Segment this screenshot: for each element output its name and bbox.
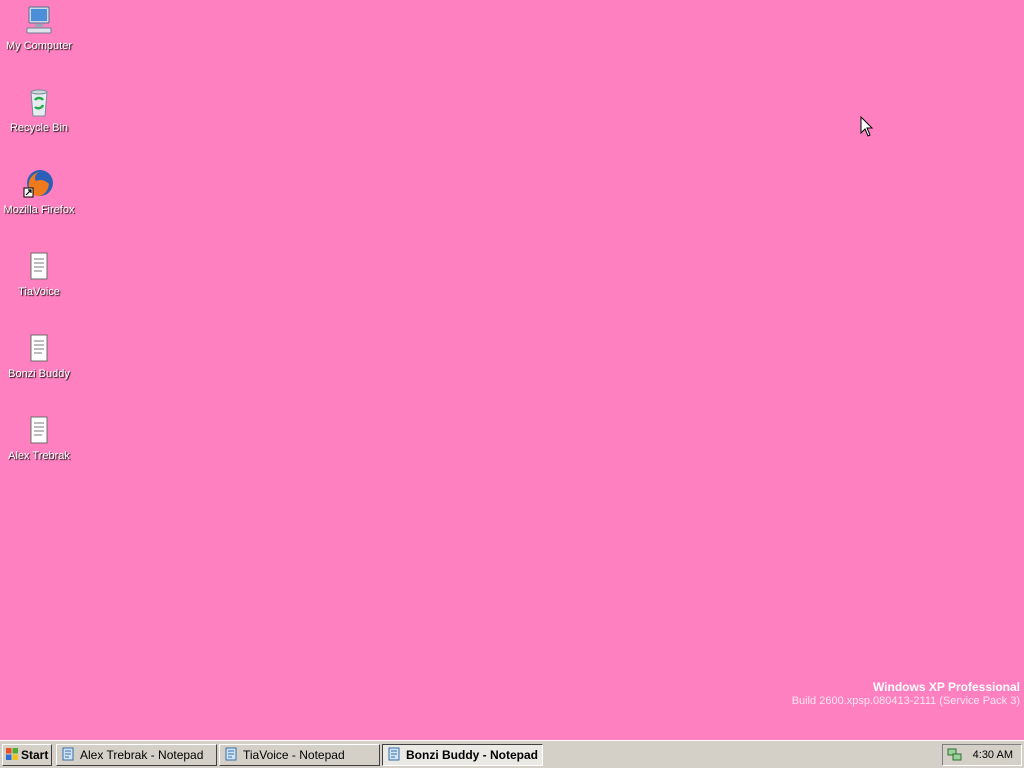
watermark-build: Build 2600.xpsp.080413-2111 (Service Pac… xyxy=(791,695,1020,707)
start-button[interactable]: Start xyxy=(2,744,52,766)
desktop-icon-my-computer[interactable]: My Computer xyxy=(0,4,78,52)
desktop[interactable]: My Computer Recycle Bin Mozilla Firefox xyxy=(0,0,1024,740)
text-document-icon xyxy=(23,332,55,364)
desktop-icon-label: Recycle Bin xyxy=(9,122,69,134)
desktop-icon-recycle-bin[interactable]: Recycle Bin xyxy=(0,86,78,134)
taskbar-button-alex-trebrak[interactable]: Alex Trebrak - Notepad xyxy=(56,744,217,766)
notepad-icon xyxy=(387,747,401,764)
taskbar-button-tiavoice[interactable]: TiaVoice - Notepad xyxy=(219,744,380,766)
watermark-title: Windows XP Professional xyxy=(872,680,1020,694)
taskbar-button-label: TiaVoice - Notepad xyxy=(243,748,345,762)
start-label: Start xyxy=(21,748,49,762)
desktop-icon-label: Mozilla Firefox xyxy=(3,204,75,216)
windows-version-watermark: Windows XP Professional Build 2600.xpsp.… xyxy=(792,680,1020,708)
clock[interactable]: 4:30 AM xyxy=(973,749,1013,761)
text-document-icon xyxy=(23,250,55,282)
desktop-icon-label: My Computer xyxy=(5,40,73,52)
taskbar-button-label: Alex Trebrak - Notepad xyxy=(80,748,204,762)
notepad-icon xyxy=(61,747,75,764)
taskbar-button-bonzi-buddy[interactable]: Bonzi Buddy - Notepad xyxy=(382,744,543,766)
mouse-cursor-icon xyxy=(860,115,874,143)
desktop-icon-tiavoice[interactable]: TiaVoice xyxy=(0,250,78,298)
desktop-icon-alex-trebrak[interactable]: Alex Trebrak xyxy=(0,414,78,462)
desktop-icon-label: TiaVoice xyxy=(18,286,60,298)
taskbar: Start Alex Trebrak - Notepad TiaVoice - … xyxy=(0,740,1024,768)
system-tray: 4:30 AM xyxy=(942,744,1022,766)
desktop-icon-label: Alex Trebrak xyxy=(8,450,70,462)
recycle-bin-icon xyxy=(23,86,55,118)
firefox-icon xyxy=(23,168,55,200)
computer-icon xyxy=(23,4,55,36)
taskbar-button-label: Bonzi Buddy - Notepad xyxy=(406,748,538,762)
desktop-icon-bonzi-buddy[interactable]: Bonzi Buddy xyxy=(0,332,78,380)
windows-logo-icon xyxy=(5,747,19,764)
network-icon[interactable] xyxy=(947,746,963,765)
desktop-icon-mozilla-firefox[interactable]: Mozilla Firefox xyxy=(0,168,78,216)
notepad-icon xyxy=(224,747,238,764)
text-document-icon xyxy=(23,414,55,446)
desktop-icon-label: Bonzi Buddy xyxy=(8,368,70,380)
